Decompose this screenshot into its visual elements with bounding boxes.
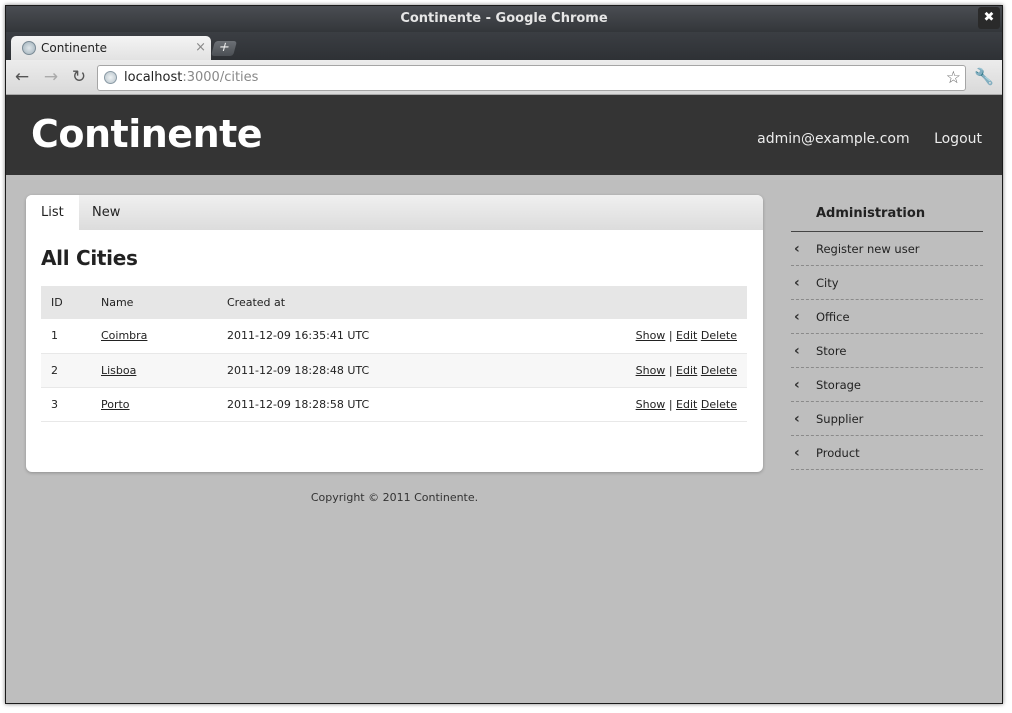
tab-list[interactable]: List: [26, 195, 79, 230]
column-header-id: ID: [41, 286, 91, 319]
edit-link[interactable]: Edit: [676, 398, 697, 411]
admin-sidebar: Administration ‹ Register new user ‹ City …: [791, 195, 983, 470]
cell-id: 2: [41, 353, 91, 388]
footer-copyright: Copyright © 2011 Continente.: [310, 491, 479, 504]
chevron-left-icon: ‹: [794, 411, 800, 427]
cell-name: Coimbra: [91, 319, 217, 354]
url-path: :3000/cities: [182, 70, 259, 85]
table-header-row: ID Name Created at: [41, 286, 747, 319]
table-row: 3 Porto 2011-12-09 18:28:58 UTC Show | E…: [41, 387, 747, 422]
user-nav: admin@example.com Logout: [737, 131, 982, 147]
web-page: Continente admin@example.com Logout List…: [6, 95, 1002, 703]
tab-strip: Continente × +: [6, 32, 1002, 60]
show-link[interactable]: Show: [636, 398, 666, 411]
chevron-left-icon: ‹: [794, 241, 800, 257]
new-tab-button[interactable]: +: [210, 40, 238, 56]
panel-tabs: List New: [26, 195, 763, 230]
page-title: All Cities: [41, 246, 138, 270]
star-icon[interactable]: ☆: [946, 66, 961, 90]
sidebar-item-label: Storage: [816, 378, 861, 392]
sidebar-item-label: Office: [816, 310, 850, 324]
column-header-name: Name: [91, 286, 217, 319]
user-email-link[interactable]: admin@example.com: [757, 131, 909, 147]
url-host: localhost: [124, 70, 183, 85]
logout-link[interactable]: Logout: [934, 131, 982, 147]
city-name-link[interactable]: Lisboa: [101, 364, 136, 377]
cell-id: 1: [41, 319, 91, 354]
address-bar[interactable]: localhost:3000/cities ☆: [97, 65, 966, 91]
cell-created-at: 2011-12-09 18:28:48 UTC: [217, 353, 512, 388]
window-close-button[interactable]: ✖: [978, 7, 1000, 29]
window-title: Continente - Google Chrome: [400, 11, 608, 26]
page-globe-icon: [104, 71, 117, 84]
sidebar-item-city[interactable]: ‹ City: [791, 266, 983, 300]
wrench-icon[interactable]: 🔧: [974, 67, 994, 87]
show-link[interactable]: Show: [636, 364, 666, 377]
window-titlebar: Continente - Google Chrome ✖: [6, 6, 1002, 32]
globe-icon: [22, 41, 36, 55]
sidebar-item-storage[interactable]: ‹ Storage: [791, 368, 983, 402]
sidebar-item-office[interactable]: ‹ Office: [791, 300, 983, 334]
delete-link[interactable]: Delete: [701, 329, 737, 342]
cell-name: Lisboa: [91, 353, 217, 388]
action-separator: |: [668, 397, 673, 411]
browser-toolbar: ← → ↻ localhost:3000/cities ☆ 🔧: [6, 60, 1002, 95]
sidebar-item-supplier[interactable]: ‹ Supplier: [791, 402, 983, 436]
sidebar-item-label: Product: [816, 446, 860, 460]
column-header-created-at: Created at: [217, 286, 512, 319]
table-row: 2 Lisboa 2011-12-09 18:28:48 UTC Show | …: [41, 353, 747, 388]
sidebar-item-label: Supplier: [816, 412, 864, 426]
tab-new[interactable]: New: [77, 195, 135, 230]
browser-window: Continente - Google Chrome ✖ Continente …: [5, 5, 1003, 704]
city-name-link[interactable]: Coimbra: [101, 329, 147, 342]
cell-actions: Show | Edit Delete: [511, 353, 747, 388]
site-header: Continente admin@example.com Logout: [6, 95, 1002, 175]
delete-link[interactable]: Delete: [701, 398, 737, 411]
forward-arrow-icon[interactable]: →: [41, 67, 61, 87]
reload-icon[interactable]: ↻: [69, 67, 89, 87]
show-link[interactable]: Show: [636, 329, 666, 342]
cities-table: ID Name Created at 1 Coimbra 2011-12-09 …: [41, 286, 747, 422]
site-title[interactable]: Continente: [31, 112, 263, 156]
back-arrow-icon[interactable]: ←: [12, 67, 32, 87]
chevron-left-icon: ‹: [794, 343, 800, 359]
action-separator: |: [668, 363, 673, 377]
tab-close-icon[interactable]: ×: [195, 36, 206, 60]
sidebar-item-label: Register new user: [816, 242, 920, 256]
browser-tab[interactable]: Continente ×: [11, 36, 211, 60]
table-row: 1 Coimbra 2011-12-09 16:35:41 UTC Show |…: [41, 319, 747, 354]
cell-id: 3: [41, 387, 91, 422]
chevron-left-icon: ‹: [794, 275, 800, 291]
sidebar-item-label: City: [816, 276, 839, 290]
cell-actions: Show | Edit Delete: [511, 387, 747, 422]
column-header-actions: [511, 286, 747, 319]
cell-created-at: 2011-12-09 18:28:58 UTC: [217, 387, 512, 422]
sidebar-item-label: Store: [816, 344, 847, 358]
action-separator: |: [668, 329, 673, 343]
delete-link[interactable]: Delete: [701, 364, 737, 377]
chevron-left-icon: ‹: [794, 377, 800, 393]
chevron-left-icon: ‹: [794, 445, 800, 461]
sidebar-item-register-new-user[interactable]: ‹ Register new user: [791, 232, 983, 266]
sidebar-title: Administration: [791, 195, 983, 232]
edit-link[interactable]: Edit: [676, 329, 697, 342]
cell-actions: Show | Edit Delete: [511, 319, 747, 354]
chevron-left-icon: ‹: [794, 309, 800, 325]
sidebar-item-store[interactable]: ‹ Store: [791, 334, 983, 368]
edit-link[interactable]: Edit: [676, 364, 697, 377]
main-panel: List New All Cities ID Name Created at 1: [26, 195, 763, 472]
cell-name: Porto: [91, 387, 217, 422]
tab-title: Continente: [41, 41, 108, 55]
sidebar-item-product[interactable]: ‹ Product: [791, 436, 983, 470]
cell-created-at: 2011-12-09 16:35:41 UTC: [217, 319, 512, 354]
city-name-link[interactable]: Porto: [101, 398, 130, 411]
